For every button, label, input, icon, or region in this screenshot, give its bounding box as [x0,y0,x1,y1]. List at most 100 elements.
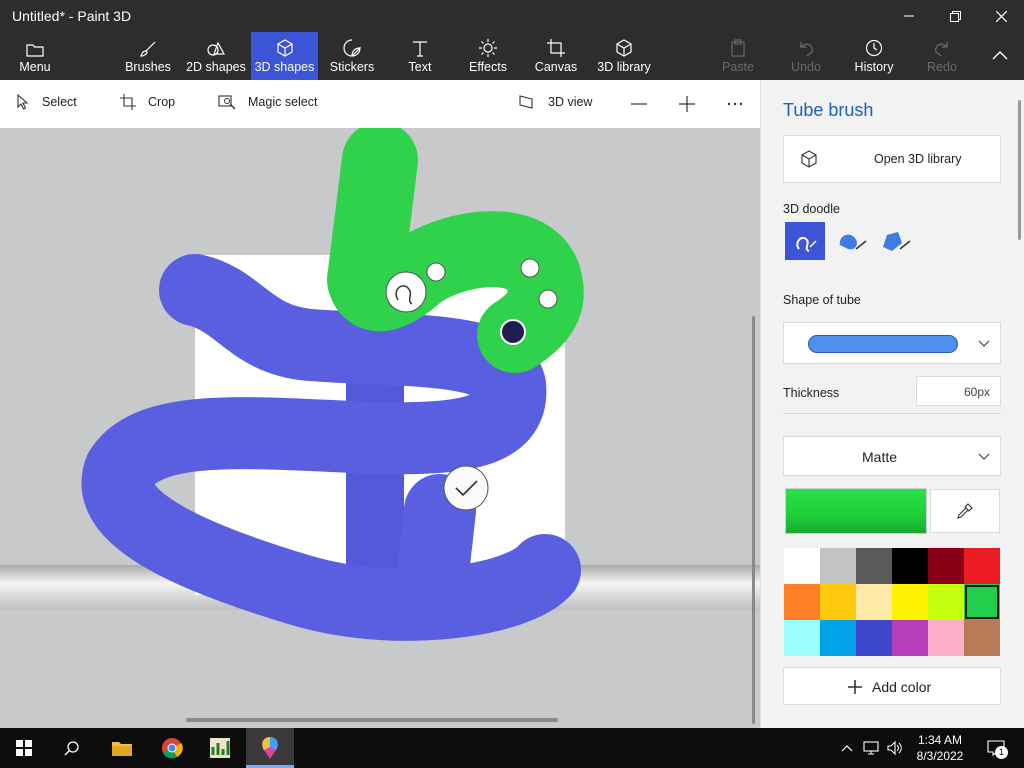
open-3d-library-button[interactable]: Open 3D library [783,135,1001,183]
search-icon [64,741,79,756]
tube-brush-icon [796,237,817,252]
tab-2d-shapes[interactable]: 2D shapes [184,32,248,80]
palette-swatch[interactable] [856,620,892,656]
palette-swatch[interactable] [892,620,928,656]
menu-button[interactable]: Menu [8,32,62,80]
crop-button[interactable]: Crop [120,94,175,110]
add-color-button[interactable]: Add color [783,667,1001,705]
palette-swatch[interactable] [892,584,928,620]
tab-3d-library[interactable]: 3D library [594,32,654,80]
palette-swatch[interactable] [820,584,856,620]
finish-dropdown[interactable]: Matte [783,436,1001,476]
palette-swatch[interactable] [928,620,964,656]
palette-swatch[interactable] [964,584,1000,620]
palette-swatch[interactable] [964,548,1000,584]
folder-icon [112,742,132,756]
palette-swatch[interactable] [784,584,820,620]
scene [0,128,760,728]
tab-brushes[interactable]: Brushes [118,32,178,80]
collapse-ribbon-button[interactable] [982,32,1018,80]
palette-swatch[interactable] [784,548,820,584]
text-icon [413,41,427,57]
speaker-icon [887,741,902,755]
tube-brush-tool[interactable] [785,222,825,260]
more-options-button[interactable] [726,96,744,112]
chrome-button[interactable] [148,728,196,768]
magic-select-button[interactable]: Magic select [218,94,317,110]
palette-swatch[interactable] [820,548,856,584]
3d-library-icon [616,39,632,57]
chevron-down-icon [978,340,990,347]
current-color-swatch[interactable] [785,488,927,534]
file-explorer-button[interactable] [98,728,146,768]
menu-label: Menu [19,60,51,74]
paste-button[interactable]: Paste [716,32,760,80]
palette-swatch[interactable] [964,620,1000,656]
side-panel: Tube brush Open 3D library 3D doodle Sha… [760,80,1024,728]
3d-doodle-label: 3D doodle [783,202,840,216]
volume-button[interactable] [884,728,906,768]
vertical-scrollbar[interactable] [752,316,755,724]
minus-icon [631,103,647,105]
palette-swatch[interactable] [856,584,892,620]
chevron-up-icon [841,745,853,752]
tab-3d-library-label: 3D library [597,60,651,74]
3d-view-label: 3D view [548,95,593,109]
toolbar: Select Crop Magic select 3D view [0,80,760,128]
chart-app-button[interactable] [196,728,244,768]
restore-button[interactable] [932,0,978,32]
minimize-button[interactable] [886,0,932,32]
redo-button[interactable]: Redo [920,32,964,80]
sharp-edge-doodle-tool[interactable] [875,222,915,260]
show-hidden-icons-button[interactable] [836,728,858,768]
canvas-icon [547,39,565,57]
palette-swatch[interactable] [928,584,964,620]
magic-select-icon [218,95,236,110]
close-button[interactable] [978,0,1024,32]
tab-canvas-label: Canvas [534,60,578,74]
tab-effects-label: Effects [469,60,507,74]
2d-shapes-icon [207,41,226,56]
tube-shape-dropdown[interactable] [783,322,1001,364]
palette-swatch[interactable] [892,548,928,584]
paste-icon [731,39,745,57]
horizontal-scrollbar[interactable] [186,718,558,722]
panel-scrollbar[interactable] [1018,100,1021,240]
select-label: Select [42,95,77,109]
system-clock[interactable]: 1:34 AM 8/3/2022 [910,732,970,764]
thickness-input[interactable]: 60px [916,376,1001,406]
clock-time: 1:34 AM [917,733,963,747]
canvas-area[interactable] [0,128,760,728]
palette-swatch[interactable] [784,620,820,656]
paste-label: Paste [722,60,754,74]
effects-icon [479,39,497,57]
network-button[interactable] [860,728,882,768]
chevron-down-icon [978,453,990,460]
undo-button[interactable]: Undo [784,32,828,80]
tab-text[interactable]: Text [398,32,442,80]
network-icon [863,741,879,755]
finish-value: Matte [862,449,898,465]
soft-edge-doodle-tool[interactable] [831,222,871,260]
paint-3d-taskbar-button[interactable] [246,728,294,768]
window-title: Untitled* - Paint 3D [12,8,132,24]
palette-swatch[interactable] [856,548,892,584]
restore-icon [949,10,961,22]
palette-swatch[interactable] [820,620,856,656]
history-button[interactable]: History [850,32,898,80]
zoom-in-button[interactable] [678,96,696,112]
select-button[interactable]: Select [16,94,77,110]
tab-effects[interactable]: Effects [464,32,512,80]
palette-swatch[interactable] [928,548,964,584]
zoom-out-button[interactable] [630,96,648,112]
tab-canvas[interactable]: Canvas [532,32,580,80]
search-button[interactable] [48,728,96,768]
tab-stickers[interactable]: Stickers [324,32,380,80]
notifications-button[interactable]: 1 [976,728,1016,768]
thickness-label: Thickness [783,386,840,400]
eyedropper-button[interactable] [930,489,1000,533]
soft-doodle-icon [839,234,867,250]
tab-3d-shapes[interactable]: 3D shapes [251,32,318,80]
start-button[interactable] [0,728,48,768]
3d-view-button[interactable]: 3D view [518,94,592,110]
